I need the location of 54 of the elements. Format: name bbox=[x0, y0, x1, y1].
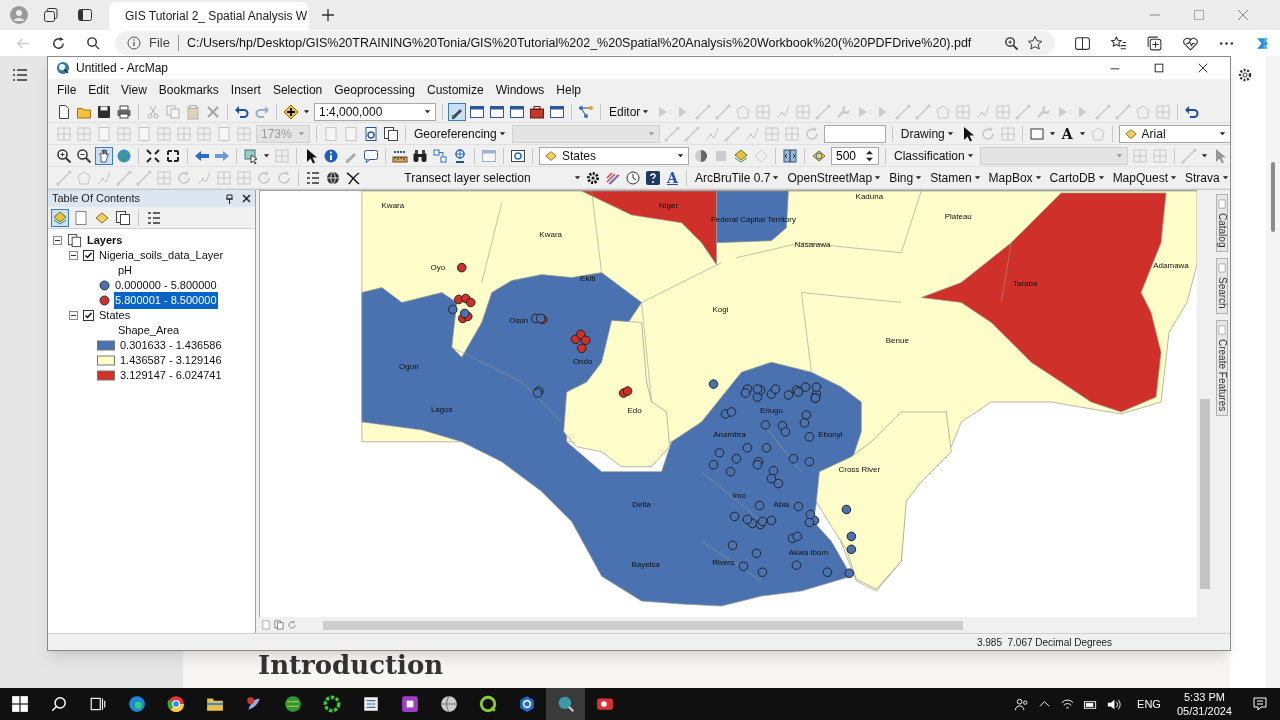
target-layer-dropdown[interactable]: States bbox=[539, 146, 689, 165]
layer-group-label[interactable]: Layers bbox=[87, 232, 123, 249]
menu-item[interactable]: Geoprocessing bbox=[329, 81, 420, 99]
clock-date[interactable]: 05/31/2024 bbox=[1176, 704, 1232, 718]
tile-source-menu[interactable]: Bing bbox=[887, 168, 925, 187]
menu-item[interactable]: Help bbox=[551, 81, 587, 99]
class-label[interactable]: 0.000000 - 5.800000 bbox=[114, 277, 218, 294]
clock-time[interactable]: 5:33 PM bbox=[1184, 690, 1225, 704]
menu-item[interactable]: Insert bbox=[225, 81, 266, 99]
map-scale-dropdown[interactable]: 1:4,000,000 bbox=[314, 102, 436, 121]
field-name: Shape_Area bbox=[118, 323, 180, 339]
tile-source-menu[interactable]: MapBox bbox=[986, 168, 1044, 187]
menu-item[interactable]: View bbox=[116, 81, 152, 99]
text-color-button[interactable]: A bbox=[665, 170, 680, 185]
class-label[interactable]: 1.436587 - 3.129146 bbox=[119, 352, 223, 369]
dock-tab[interactable]: Search bbox=[1215, 258, 1228, 315]
coordinates-readout: 3.985 7.067 Decimal Degrees bbox=[976, 635, 1112, 650]
window-title: Untitled - ArcMap bbox=[76, 60, 170, 77]
menu-item[interactable]: Bookmarks bbox=[153, 81, 224, 99]
dock-tab[interactable]: Catalog bbox=[1215, 194, 1228, 253]
document-heading: Introduction bbox=[258, 652, 444, 678]
address-url: C:/Users/hp/Desktop/GIS%20TRAINING%20Tonia/GIS%20Tutorial%202_%20Spatial%20Analysis%20Workbook%20(%20PDFDrive%20).pdf bbox=[186, 34, 973, 52]
tolerance-spinner[interactable]: 500 bbox=[831, 146, 879, 165]
font-dropdown[interactable]: Arial bbox=[1118, 124, 1230, 143]
menu-item[interactable]: Windows bbox=[490, 81, 550, 99]
transect-layer-dropdown[interactable]: Transect layer selection bbox=[345, 168, 581, 187]
browser-tab[interactable]: GIS Tutorial 2_ Spatial Analysis W bbox=[109, 2, 309, 30]
tile-source-menu[interactable]: Stamen bbox=[928, 168, 983, 187]
tile-source-menu[interactable]: MapQuest bbox=[1110, 168, 1179, 187]
language-indicator[interactable]: ENG bbox=[1137, 695, 1161, 713]
font-color-button[interactable]: A bbox=[1059, 126, 1075, 141]
address-field[interactable]: File C:/Users/hp/Desktop/GIS%20TRAINING%20Tonia/GIS%20Tutorial%202_%20Spatial%20Analysis%20Workbook%20(%20PDFDrive%20).pdf bbox=[115, 31, 1055, 55]
menu-item[interactable]: Customize bbox=[421, 81, 489, 99]
class-label[interactable]: 5.800001 - 8.500000 bbox=[114, 292, 218, 309]
editor-menu[interactable]: Editor bbox=[607, 102, 652, 121]
panel-title: Table Of Contents bbox=[52, 191, 142, 207]
class-label[interactable]: 3.129147 - 6.024741 bbox=[119, 367, 223, 384]
tab-title: GIS Tutorial 2_ Spatial Analysis W bbox=[125, 8, 308, 25]
dock-tab[interactable]: Create Features bbox=[1215, 320, 1228, 417]
class-label[interactable]: 0.301633 - 1.436586 bbox=[119, 337, 223, 354]
menu-item[interactable]: Edit bbox=[83, 81, 115, 99]
tile-source-menu[interactable]: OpenStreetMap bbox=[785, 168, 884, 187]
menu-item[interactable]: Selection bbox=[267, 81, 328, 99]
georeferencing-menu[interactable]: Georeferencing bbox=[412, 124, 508, 143]
menu-item[interactable]: File bbox=[52, 81, 82, 99]
tile-source-menu[interactable]: CartoDB bbox=[1047, 168, 1107, 187]
layer-name[interactable]: States bbox=[99, 307, 131, 324]
field-name: pH bbox=[118, 263, 133, 279]
layer-name[interactable]: Nigeria_soils_data_Layer bbox=[99, 247, 224, 264]
tile-source-menu[interactable]: Strava bbox=[1183, 168, 1230, 187]
tile-source-menu[interactable]: ArcBruTile 0.7 bbox=[692, 168, 782, 187]
address-scheme: File bbox=[149, 34, 170, 53]
drawing-menu[interactable]: Drawing bbox=[898, 124, 956, 143]
classification-menu[interactable]: Classification bbox=[892, 146, 976, 165]
